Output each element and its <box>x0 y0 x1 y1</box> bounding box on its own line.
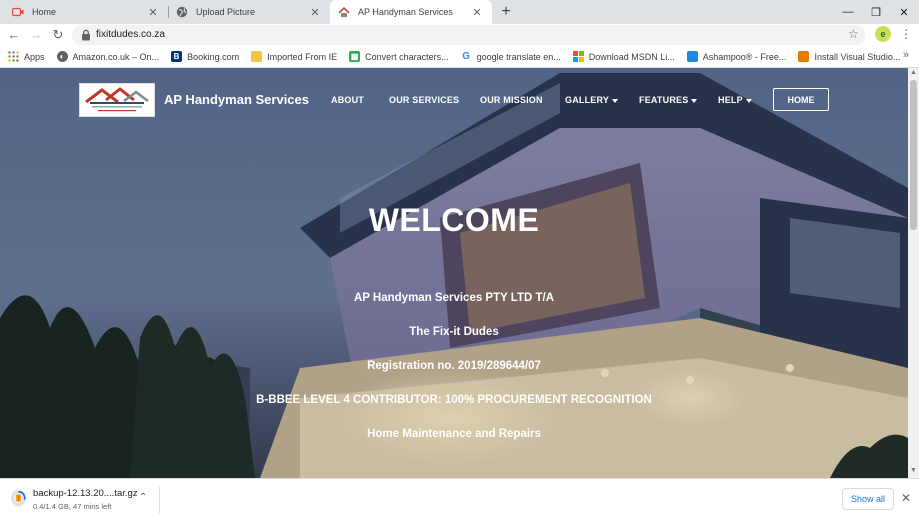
nav-gallery[interactable]: GALLERY <box>565 95 619 105</box>
bookmark-amazon[interactable]: ◐ Amazon.co.uk – On... <box>56 51 160 62</box>
bookmark-msdn[interactable]: Download MSDN Li... <box>572 51 675 62</box>
page-scrollbar[interactable]: ▲ ▼ <box>908 68 919 478</box>
hero-company-name: AP Handyman Services PTY LTD T/A <box>353 292 555 304</box>
nav-label: FEATURES <box>639 95 689 105</box>
nav-label: GALLERY <box>565 95 610 105</box>
booking-icon: B <box>171 51 183 62</box>
bookmark-convert[interactable]: ▦ Convert characters... <box>349 51 449 62</box>
new-tab-button[interactable]: + <box>497 2 515 22</box>
bookmark-label: Convert characters... <box>365 51 449 62</box>
nav-about[interactable]: ABOUT <box>331 95 364 105</box>
nav-features[interactable]: FEATURES <box>639 95 698 105</box>
site-logo[interactable] <box>79 83 155 117</box>
restore-icon[interactable]: ❐ <box>862 0 890 24</box>
globe-icon: ◐ <box>56 51 68 62</box>
bookmark-label: Apps <box>24 51 45 62</box>
nav-label: OUR MISSION <box>480 95 543 105</box>
forward-arrow-icon[interactable]: → <box>27 26 45 44</box>
hero-trading-name: The Fix-it Dudes <box>409 326 499 338</box>
bookmark-apps[interactable]: Apps <box>8 51 45 62</box>
download-status: 0.4/1.4 GB, 47 mins left <box>33 502 112 511</box>
bookmark-label: Download MSDN Li... <box>588 51 675 62</box>
address-bar[interactable]: fixitdudes.co.za <box>72 25 865 45</box>
tab-title: Home <box>32 7 57 17</box>
logo-graphic <box>85 87 149 112</box>
caret-down-icon <box>745 98 752 103</box>
bookmark-label: Booking.com <box>187 51 240 62</box>
bookmark-label: Install Visual Studio... <box>814 51 901 62</box>
lock-icon <box>81 29 91 41</box>
url-text: fixitdudes.co.za <box>96 29 165 40</box>
close-download-shelf-icon[interactable]: ✕ <box>901 491 911 505</box>
nav-help[interactable]: HELP <box>718 95 752 105</box>
bookmark-imported-ie[interactable]: Imported From IE <box>251 51 337 62</box>
caret-down-icon <box>691 98 698 103</box>
close-icon[interactable]: ✕ <box>308 6 322 19</box>
bookmark-label: Ashampoo® - Free... <box>702 51 787 62</box>
extension-icon[interactable]: e <box>875 26 891 42</box>
page-viewport: AP Handyman Services ABOUT OUR SERVICES … <box>0 68 908 478</box>
ashampoo-icon <box>686 51 698 62</box>
hero-tagline: Home Maintenance and Repairs <box>367 428 541 440</box>
apps-grid-icon <box>8 51 19 62</box>
chevron-up-icon[interactable]: ⌃ <box>139 492 147 503</box>
nav-label: OUR SERVICES <box>389 95 460 105</box>
vs-icon <box>798 51 810 62</box>
bookmark-label: google translate en... <box>476 51 561 62</box>
nav-label: HELP <box>718 95 743 105</box>
reload-icon[interactable]: ↻ <box>49 26 67 44</box>
browser-toolbar: ← → ↻ fixitdudes.co.za ☆ e ⋮ <box>0 24 919 46</box>
globe-icon <box>176 6 188 18</box>
tab-title: Upload Picture <box>196 7 256 17</box>
scroll-up-icon[interactable]: ▲ <box>909 69 918 78</box>
bookmark-visual-studio[interactable]: Install Visual Studio... <box>798 51 900 62</box>
hero-heading: WELCOME <box>368 202 540 238</box>
video-icon <box>12 6 24 18</box>
hero-registration: Registration no. 2019/289644/07 <box>367 360 541 372</box>
nav-our-mission[interactable]: OUR MISSION <box>480 95 543 105</box>
more-bookmarks-icon[interactable]: » <box>903 49 909 61</box>
tab-home[interactable]: Home ✕ <box>4 0 168 24</box>
bookmark-label: Imported From IE <box>267 51 338 62</box>
download-filename[interactable]: backup-12.13.20....tar.gz <box>33 488 138 499</box>
bookmark-label: Amazon.co.uk – On... <box>72 51 160 62</box>
site-brand-title[interactable]: AP Handyman Services <box>164 92 309 107</box>
caret-down-icon <box>612 98 619 103</box>
bookmark-google-translate[interactable]: G google translate en... <box>461 51 561 62</box>
hero-bbbee-level: B-BBEE LEVEL 4 CONTRIBUTOR: 100% PROCURE… <box>256 394 652 406</box>
kebab-menu-icon[interactable]: ⋮ <box>900 27 912 41</box>
close-icon[interactable]: ✕ <box>146 6 160 19</box>
close-window-icon[interactable]: ✕ <box>890 0 918 24</box>
tab-strip: Home ✕ Upload Picture ✕ AP Handyman Serv… <box>0 0 919 24</box>
minimize-icon[interactable]: — <box>834 0 862 24</box>
site-logo-icon <box>338 6 350 18</box>
grid-icon: ▦ <box>349 51 361 62</box>
download-shelf: backup-12.13.20....tar.gz 0.4/1.4 GB, 47… <box>0 478 919 519</box>
windows-icon <box>572 51 584 62</box>
tab-upload-picture[interactable]: Upload Picture ✕ <box>168 0 330 24</box>
bookmarks-bar: Apps ◐ Amazon.co.uk – On... B Booking.co… <box>0 46 919 68</box>
bookmark-ashampoo[interactable]: Ashampoo® - Free... <box>686 51 787 62</box>
scroll-down-icon[interactable]: ▼ <box>909 467 918 476</box>
home-button[interactable]: HOME <box>773 88 829 111</box>
scrollbar-thumb[interactable] <box>910 80 917 230</box>
folder-icon <box>251 51 263 62</box>
download-separator <box>159 487 160 513</box>
nav-our-services[interactable]: OUR SERVICES <box>389 95 459 105</box>
back-arrow-icon[interactable]: ← <box>5 26 23 44</box>
bookmark-booking[interactable]: B Booking.com <box>171 51 239 62</box>
download-progress-icon[interactable] <box>11 489 26 507</box>
show-all-downloads-button[interactable]: Show all <box>842 488 894 510</box>
hero-background <box>0 68 908 478</box>
bookmark-star-icon[interactable]: ☆ <box>848 27 859 41</box>
close-icon[interactable]: ✕ <box>470 6 484 19</box>
tab-title: AP Handyman Services <box>358 7 453 17</box>
nav-label: ABOUT <box>331 95 364 105</box>
google-icon: G <box>462 51 471 62</box>
tab-ap-handyman[interactable]: AP Handyman Services ✕ <box>330 0 492 24</box>
